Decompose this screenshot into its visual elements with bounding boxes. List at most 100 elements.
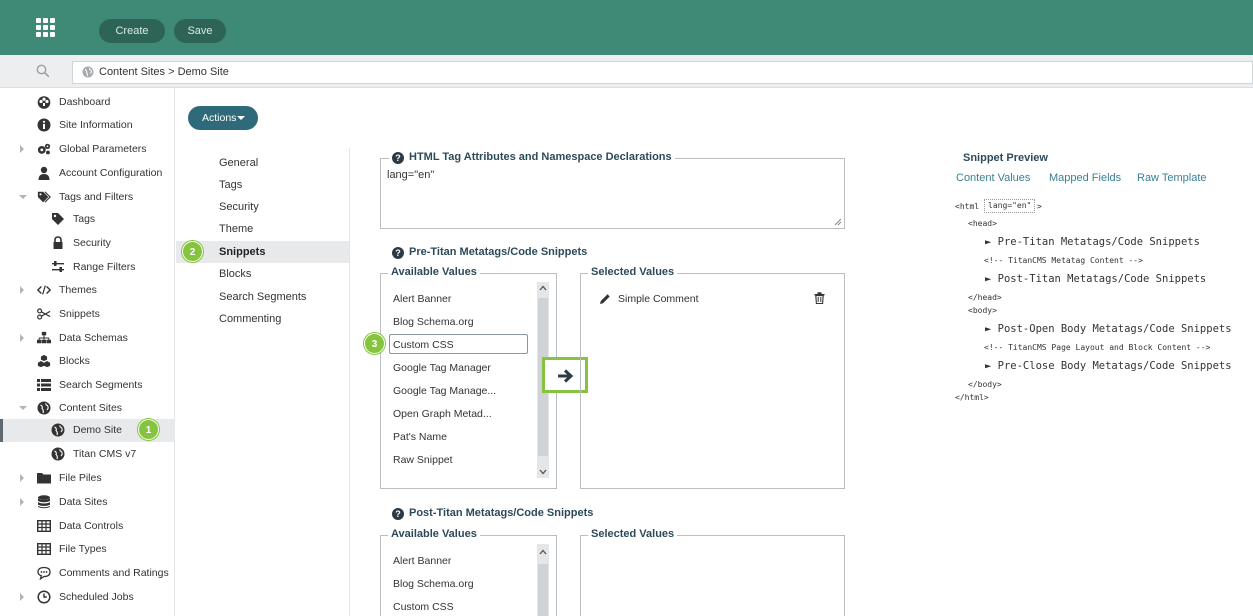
sidebar-item-blocks[interactable]: Blocks [0,350,175,372]
breadcrumb-text[interactable]: Content Sites > Demo Site [99,66,229,78]
sidebar-item-range-filters[interactable]: Range Filters [0,256,175,278]
search-icon[interactable] [36,64,50,78]
database-icon [38,495,50,509]
sidebar-item-data-schemas[interactable]: Data Schemas [0,327,175,349]
tab-commenting[interactable]: Commenting [176,308,349,330]
tab-tags[interactable]: Tags [176,174,349,196]
selected-values-legend: Selected Values [588,266,678,278]
html-attributes-field[interactable]: ? HTML Tag Attributes and Namespace Decla… [380,151,845,229]
list-item[interactable]: Blog Schema.org [393,316,474,328]
expand-caret-icon[interactable] [20,286,24,294]
sidebar-item-security[interactable]: Security [0,232,175,254]
sidebar-item-label: Range Filters [73,261,136,273]
app-grid-icon[interactable] [36,18,56,38]
sidebar-item-account-configuration[interactable]: Account Configuration [0,162,175,184]
sidebar-item-label: Themes [59,284,97,296]
code-lang-attribute: lang="en" [984,199,1036,213]
help-icon[interactable]: ? [392,508,404,520]
sidebar-item-dashboard[interactable]: Dashboard [0,91,175,113]
globe-icon [37,401,51,415]
sidebar-item-label: Demo Site [73,424,123,436]
create-button[interactable]: Create [99,19,165,43]
list-item[interactable]: Blog Schema.org [393,578,474,590]
expand-caret-icon[interactable] [20,145,24,153]
sidebar-item-scheduled-jobs[interactable]: Scheduled Jobs [0,586,175,608]
sidebar-item-tags-and-filters[interactable]: Tags and Filters [0,186,175,208]
tab-search-segments[interactable]: Search Segments [176,286,349,308]
actions-dropdown-button[interactable]: Actions [188,106,258,130]
sidebar-item-file-piles[interactable]: File Piles [0,467,175,489]
sidebar-item-label: Security [73,237,111,249]
expand-caret-icon[interactable] [20,334,24,342]
list-item[interactable]: Custom CSS [393,339,454,351]
chevron-up-icon[interactable] [539,548,547,556]
code-post-titan-snippets[interactable]: ► Post-Titan Metatags/Code Snippets [985,273,1206,285]
code-html-open: <html [955,202,980,211]
trash-icon[interactable] [814,292,825,304]
sidebar-item-themes[interactable]: Themes [0,279,175,301]
code-pre-close-body-snippets[interactable]: ► Pre-Close Body Metatags/Code Snippets [985,360,1232,372]
post-titan-selected-list[interactable]: Selected Values [580,528,845,616]
help-icon[interactable]: ? [392,152,404,164]
tab-label: Tags [219,179,243,191]
tab-blocks[interactable]: Blocks [176,263,349,285]
table-icon [37,543,51,556]
html-attributes-value[interactable]: lang="en" [387,169,434,181]
post-titan-title: ? Post-Titan Metatags/Code Snippets [392,507,593,520]
scrollbar[interactable] [537,544,549,616]
pre-titan-available-list[interactable]: Available Values Alert Banner Blog Schem… [380,266,557,489]
list-item[interactable]: Custom CSS [393,601,454,613]
tab-general[interactable]: General [176,152,349,174]
available-values-legend: Available Values [388,528,480,540]
list-item[interactable]: Google Tag Manage... [393,385,496,397]
sidebar-item-content-sites[interactable]: Content Sites [0,397,175,419]
chevron-down-icon[interactable] [539,468,547,476]
sidebar-item-site-information[interactable]: Site Information [0,114,175,136]
list-item[interactable]: Alert Banner [393,293,451,305]
code-pre-titan-snippets[interactable]: ► Pre-Titan Metatags/Code Snippets [985,236,1200,248]
scrollbar-thumb[interactable] [538,564,548,616]
pencil-icon[interactable] [599,293,611,305]
help-icon[interactable]: ? [392,247,404,259]
sidebar-item-data-sites[interactable]: Data Sites [0,491,175,513]
sidebar-item-tags[interactable]: Tags [0,208,175,230]
sidebar-item-titan-cms-v7[interactable]: Titan CMS v7 [0,443,175,465]
selected-list-item[interactable]: Simple Comment [618,293,699,305]
tab-theme[interactable]: Theme [176,218,349,240]
list-item[interactable]: Alert Banner [393,555,451,567]
list-item[interactable]: Raw Snippet [393,454,453,466]
sidebar-item-data-controls[interactable]: Data Controls [0,515,175,537]
resize-handle-icon[interactable] [834,218,842,226]
tab-content-values[interactable]: Content Values [956,172,1030,184]
sidebar-item-snippets[interactable]: Snippets [0,303,175,325]
tab-mapped-fields[interactable]: Mapped Fields [1049,172,1121,184]
tab-raw-template[interactable]: Raw Template [1137,172,1207,184]
sidebar-item-file-types[interactable]: File Types [0,538,175,560]
tab-security[interactable]: Security [176,196,349,218]
code-head-close: </head> [968,293,1002,302]
code-post-open-body-snippets[interactable]: ► Post-Open Body Metatags/Code Snippets [985,323,1232,335]
sidebar-item-comments-and-ratings[interactable]: Comments and Ratings [0,562,175,584]
expand-caret-icon[interactable] [20,593,24,601]
list-item[interactable]: Google Tag Manager [393,362,491,374]
post-titan-available-list[interactable]: Available Values Alert Banner Blog Schem… [380,528,557,616]
list-item[interactable]: Pat's Name [393,431,447,443]
list-item[interactable]: Open Graph Metad... [393,408,492,420]
expand-caret-icon[interactable] [20,474,24,482]
sidebar-item-label: Scheduled Jobs [59,591,134,603]
collapse-caret-icon[interactable] [19,406,27,410]
pre-titan-selected-list[interactable]: Selected Values Simple Comment [580,266,845,489]
step-badge: 3 [364,333,385,354]
code-layout-comment: <!-- TitanCMS Page Layout and Block Cont… [984,343,1211,352]
save-button[interactable]: Save [174,19,226,43]
step-badge: 2 [182,241,203,262]
sidebar-item-label: Data Schemas [59,332,128,344]
caret-down-icon [237,116,245,120]
chevron-up-icon[interactable] [539,284,547,292]
code-icon [37,285,51,295]
tags-icon [37,191,51,203]
sidebar-item-global-parameters[interactable]: Global Parameters [0,138,175,160]
collapse-caret-icon[interactable] [19,195,27,199]
expand-caret-icon[interactable] [20,498,24,506]
sidebar-item-search-segments[interactable]: Search Segments [0,374,175,396]
